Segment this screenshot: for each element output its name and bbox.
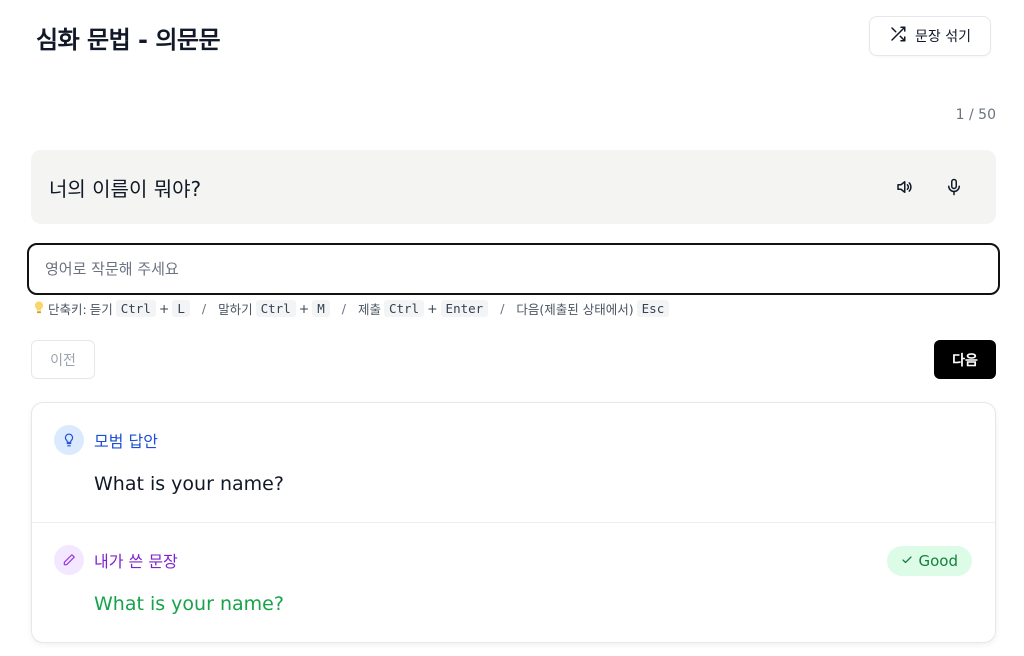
shortcut-listen: 듣기 Ctrl + L [90,299,190,318]
shortcut-next: 다음(제출된 상태에서) Esc [516,299,670,318]
my-answer-title: 내가 쓴 문장 [94,552,178,571]
kbd-l: L [172,300,190,317]
page-title: 심화 문법 - 의문문 [36,26,221,54]
separator: / [500,301,505,316]
kbd-esc: Esc [636,300,670,317]
kbd-ctrl: Ctrl [115,300,156,317]
lightbulb-icon [34,300,44,317]
plus-sign: + [298,301,310,316]
shortcut-prefix: 단축키: [48,302,87,317]
shortcut-listen-label: 듣기 [89,302,113,317]
my-answer-text: What is your name? [94,593,284,615]
check-icon [901,552,913,570]
shortcut-submit-label: 제출 [357,302,381,317]
kbd-enter: Enter [440,300,489,317]
shuffle-label: 문장 섞기 [915,29,971,45]
shortcut-speak: 말하기 Ctrl + M [218,299,330,318]
status-badge-label: Good [918,552,959,570]
kbd-m: M [312,300,330,317]
model-answer-text: What is your name? [94,473,284,495]
lightbulb-icon [54,425,84,455]
microphone-icon[interactable] [942,175,966,199]
kbd-ctrl: Ctrl [255,300,296,317]
my-answer-section: 내가 쓴 문장 Good What is your name? [32,523,995,642]
prompt-sentence: 너의 이름이 뭐야? [49,176,202,201]
shortcut-next-label: 다음(제출된 상태에서) [516,302,634,317]
pencil-icon [54,545,84,575]
model-answer-section: 모범 답안 What is your name? [32,403,995,523]
plus-sign: + [427,301,438,316]
shortcut-submit: 제출 Ctrl + Enter [357,299,489,318]
separator: / [341,301,346,316]
shortcut-hints: 단축키: 듣기 Ctrl + L / 말하기 Ctrl + M / 제출 Ctr… [34,299,670,318]
answer-input[interactable] [27,243,1000,295]
prompt-card: 너의 이름이 뭐야? [31,150,996,224]
separator: / [201,301,207,316]
next-button[interactable]: 다음 [934,340,996,379]
shuffle-sentences-button[interactable]: 문장 섞기 [869,16,991,56]
model-answer-title: 모범 답안 [94,432,158,451]
kbd-ctrl: Ctrl [383,300,425,317]
prev-button[interactable]: 이전 [31,340,95,379]
status-badge: Good [886,546,972,576]
plus-sign: + [158,301,170,316]
result-card: 모범 답안 What is your name? 내가 쓴 문장 Good Wh… [31,402,996,643]
progress-counter: 1 / 50 [955,107,996,123]
shortcut-speak-label: 말하기 [218,302,253,317]
speaker-icon[interactable] [892,175,916,199]
shuffle-icon [889,25,907,47]
